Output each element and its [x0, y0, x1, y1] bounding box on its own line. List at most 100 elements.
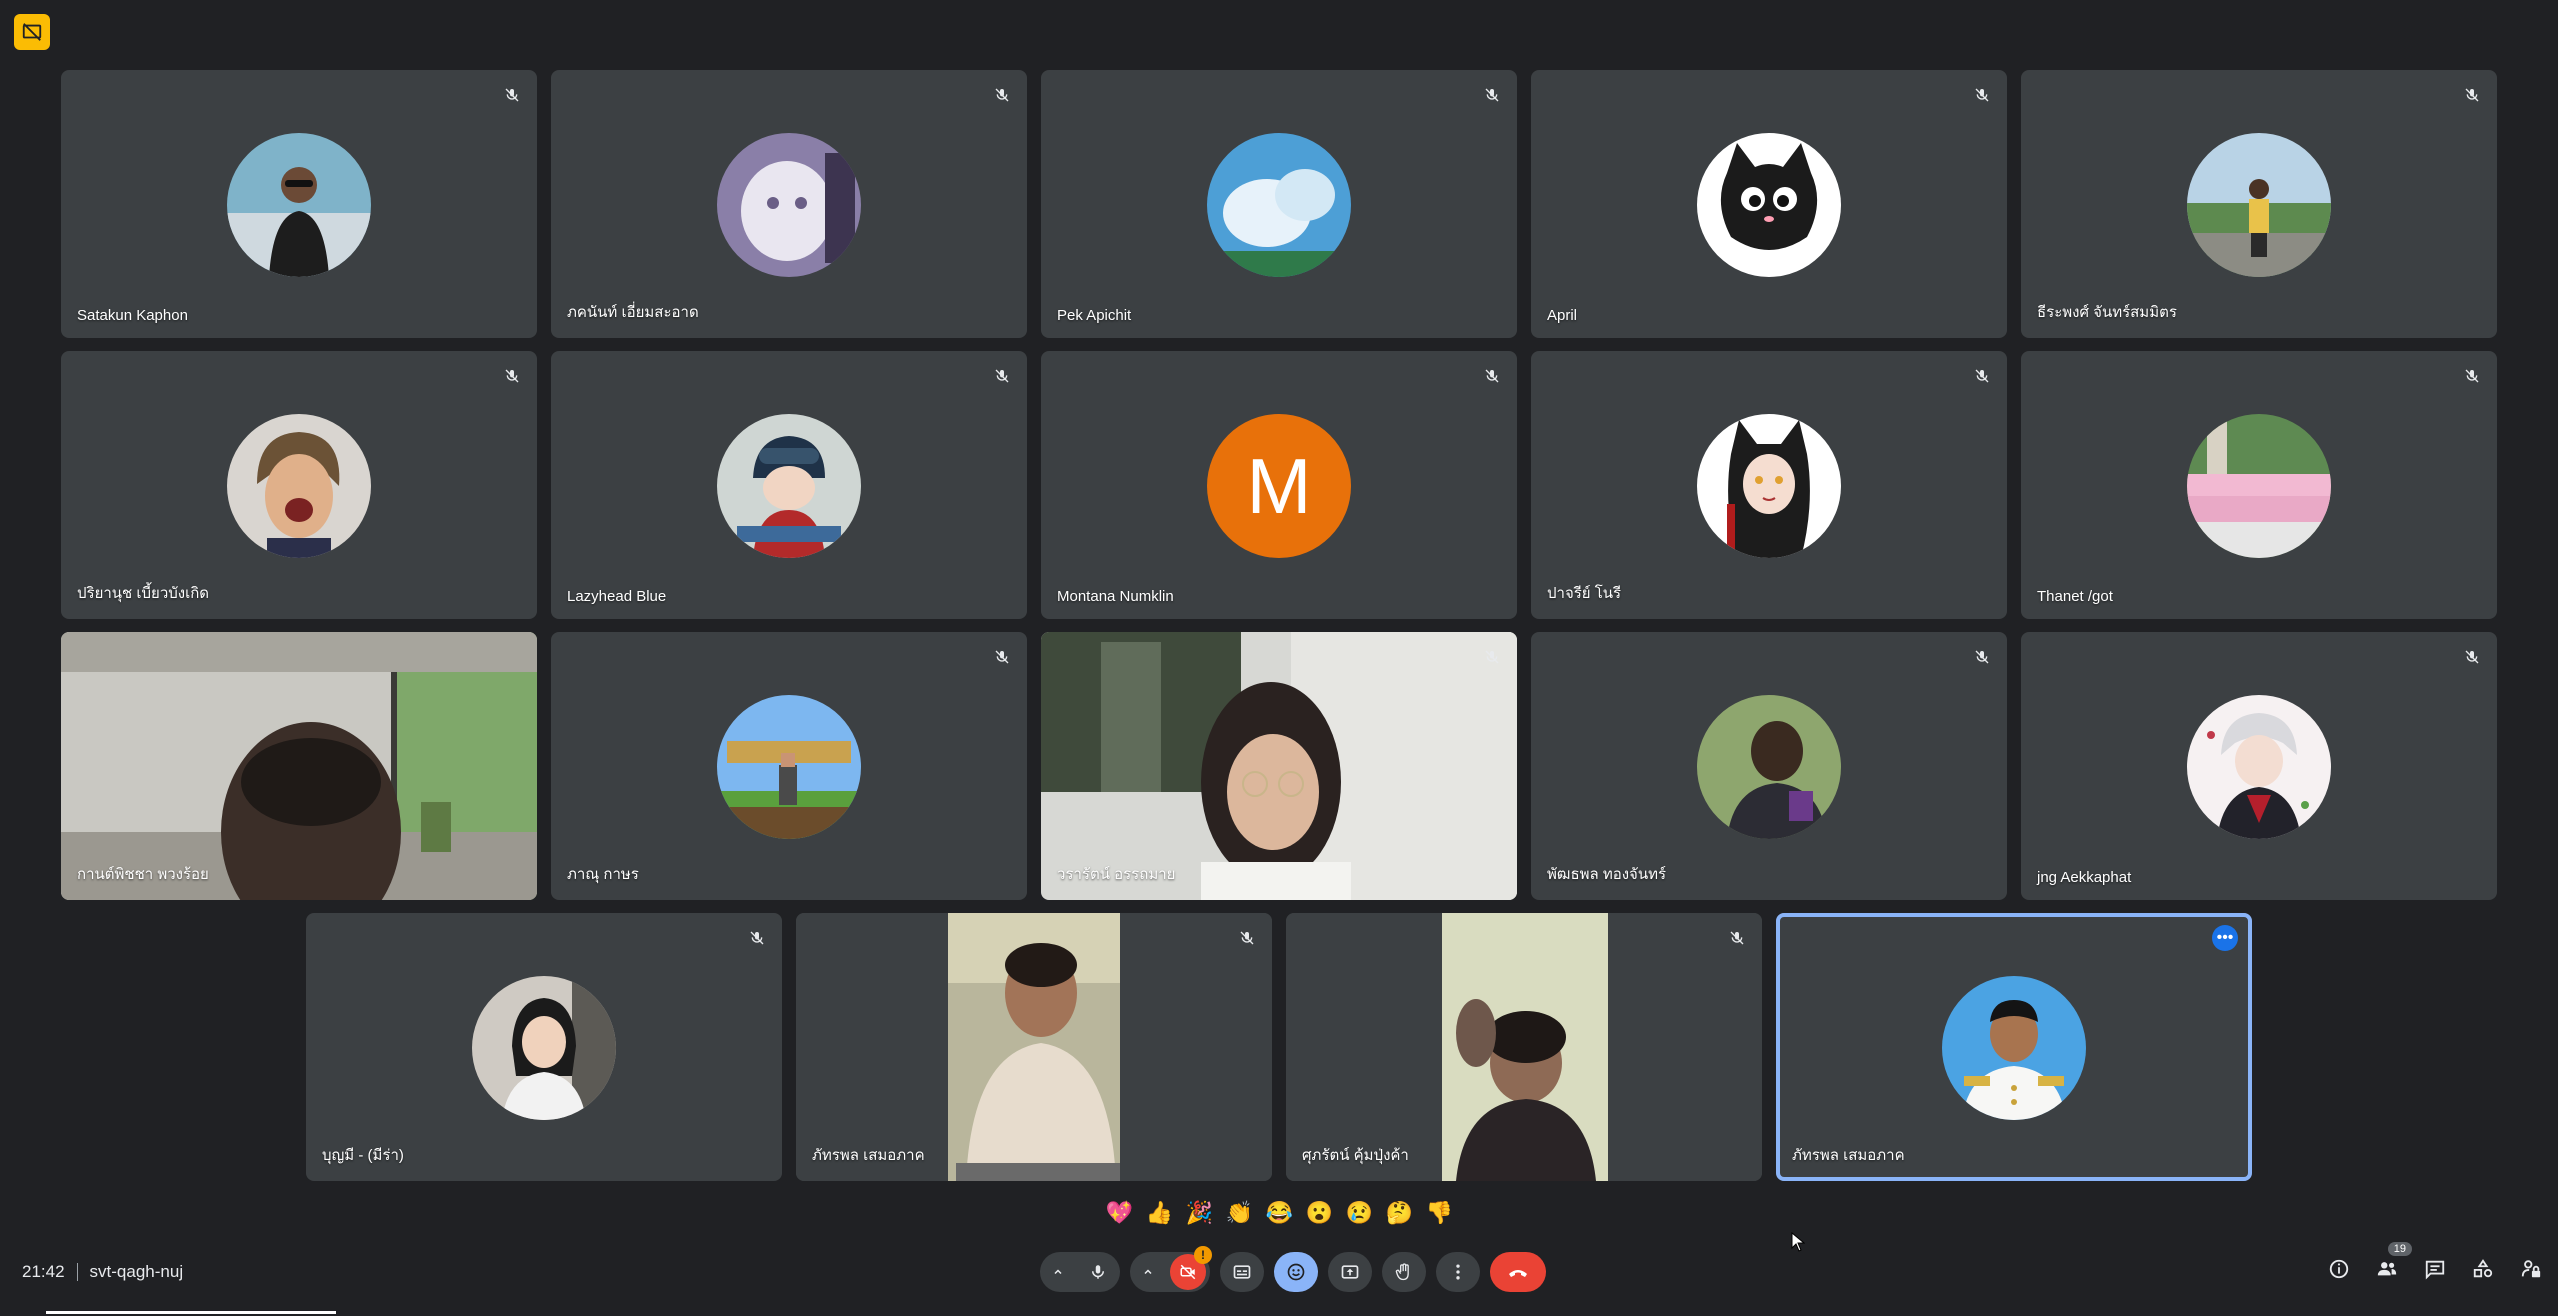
chevron-up-icon[interactable] — [1134, 1266, 1162, 1278]
mic-off-icon — [991, 365, 1013, 387]
reaction-heart[interactable]: 💖 — [1104, 1200, 1135, 1226]
camera-control[interactable]: ! — [1130, 1246, 1212, 1292]
participant-name: พัฒธพล ทองจันทร์ — [1547, 866, 1667, 883]
avatar — [1697, 133, 1841, 277]
reaction-surprised[interactable]: 😮 — [1304, 1200, 1335, 1226]
avatar — [227, 414, 371, 558]
participant-tile[interactable]: ศุภรัตน์ คุ้มปุ่งค้า — [1286, 913, 1762, 1181]
host-controls-button[interactable] — [2518, 1256, 2544, 1282]
more-options-button[interactable] — [1436, 1252, 1480, 1292]
participant-tile[interactable]: วรารัตน์ อรรถมาย — [1041, 632, 1517, 900]
participant-name: วรารัตน์ อรรถมาย — [1057, 866, 1176, 883]
call-end-icon — [1509, 1270, 1527, 1277]
reaction-thumbs-up[interactable]: 👍 — [1144, 1200, 1175, 1226]
mic-off-icon — [1971, 365, 1993, 387]
avatar: M — [1207, 414, 1351, 558]
mouse-pointer-icon — [1791, 1231, 1806, 1257]
raise-hand-button[interactable] — [1382, 1252, 1426, 1292]
participant-tile[interactable]: Pek Apichit — [1041, 70, 1517, 338]
participant-tile[interactable]: ปาจรีย์ โนรี — [1531, 351, 2007, 619]
participant-tile[interactable]: ปริยานุช เบี้ยวบังเกิด — [61, 351, 537, 619]
participant-tile[interactable]: บุญมี - (มีร่า) — [306, 913, 782, 1181]
lock-person-icon — [2521, 1260, 2541, 1278]
reaction-thinking[interactable]: 🤔 — [1384, 1200, 1415, 1226]
activities-button[interactable] — [2470, 1256, 2496, 1282]
participant-name: ศุภรัตน์ คุ้มปุ่งค้า — [1302, 1147, 1409, 1164]
captions-icon — [1233, 1265, 1251, 1279]
avatar — [1697, 414, 1841, 558]
avatar — [717, 133, 861, 277]
participant-name: ธีระพงศ์ จันทร์สมมิตร — [2037, 304, 2177, 321]
people-button[interactable]: 19 — [2374, 1242, 2412, 1282]
mic-off-icon — [1726, 927, 1748, 949]
more-options-icon[interactable]: ••• — [2212, 925, 2238, 951]
participant-tile[interactable]: Lazyhead Blue — [551, 351, 1027, 619]
participant-tile[interactable]: jng Aekkaphat — [2021, 632, 2497, 900]
meeting-code: svt-qagh-nuj — [89, 1262, 184, 1281]
divider — [76, 1263, 78, 1281]
participant-name: ภัทรพล เสมอภาค — [812, 1147, 925, 1164]
participant-grid: Satakun Kaphon ภคนันท์ เอี่ยมสะอาด Pek A… — [0, 0, 2558, 1200]
camera-video — [1286, 913, 1762, 1181]
info-icon — [2329, 1259, 2349, 1279]
mic-off-icon — [501, 84, 523, 106]
mic-off-icon — [991, 84, 1013, 106]
avatar — [1207, 133, 1351, 277]
leave-call-button[interactable] — [1490, 1252, 1546, 1292]
participant-tile[interactable]: Satakun Kaphon — [61, 70, 537, 338]
present-button[interactable] — [1328, 1252, 1372, 1292]
participant-name: ภาณุ กาษร — [567, 866, 639, 883]
mic-off-icon — [1481, 646, 1503, 668]
hand-icon — [1395, 1263, 1409, 1281]
participant-tile[interactable]: April — [1531, 70, 2007, 338]
mic-off-icon — [991, 646, 1013, 668]
reactions-button[interactable] — [1274, 1252, 1318, 1292]
reaction-laugh[interactable]: 😂 — [1264, 1200, 1295, 1226]
meeting-time: 21:42 — [22, 1262, 65, 1281]
participant-tile[interactable]: กานต์พิชชา พวงร้อย — [61, 632, 537, 900]
self-tile[interactable]: ••• ภัทรพล เสมอภาค — [1776, 913, 2252, 1181]
captions-button[interactable] — [1220, 1252, 1264, 1292]
present-screen-icon — [1341, 1265, 1359, 1279]
participant-name: Thanet /got — [2037, 588, 2113, 605]
chevron-up-icon[interactable] — [1044, 1266, 1072, 1278]
participant-tile[interactable]: พัฒธพล ทองจันทร์ — [1531, 632, 2007, 900]
microphone-icon[interactable] — [1080, 1254, 1116, 1290]
avatar — [227, 133, 371, 277]
participant-tile[interactable]: Thanet /got — [2021, 351, 2497, 619]
reaction-clap[interactable]: 👏 — [1224, 1200, 1255, 1226]
chat-button[interactable] — [2422, 1256, 2448, 1282]
participant-name: ภคนันท์ เอี่ยมสะอาด — [567, 304, 699, 321]
reaction-sad[interactable]: 😢 — [1344, 1200, 1375, 1226]
avatar — [472, 976, 616, 1120]
reaction-party[interactable]: 🎉 — [1184, 1200, 1215, 1226]
mic-off-icon — [2461, 365, 2483, 387]
participant-tile[interactable]: ธีระพงศ์ จันทร์สมมิตร — [2021, 70, 2497, 338]
participant-name: Montana Numklin — [1057, 588, 1174, 605]
participant-tile[interactable]: ภัทรพล เสมอภาค — [796, 913, 1272, 1181]
participant-name: บุญมี - (มีร่า) — [322, 1147, 404, 1164]
call-controls: ! — [1040, 1246, 1546, 1292]
reaction-thumbs-down[interactable]: 👎 — [1424, 1200, 1455, 1226]
mic-off-icon — [1236, 927, 1258, 949]
participant-tile[interactable]: M Montana Numklin — [1041, 351, 1517, 619]
meeting-details-button[interactable] — [2326, 1256, 2352, 1282]
page-progress-bar — [46, 1311, 336, 1314]
mic-off-icon — [501, 365, 523, 387]
participant-name: ภัทรพล เสมอภาค — [1792, 1147, 1905, 1164]
camera-video — [796, 913, 1272, 1181]
participant-tile[interactable]: ภาณุ กาษร — [551, 632, 1027, 900]
chat-icon — [2425, 1260, 2445, 1280]
avatar — [2187, 695, 2331, 839]
mic-off-icon — [1481, 84, 1503, 106]
participant-name: jng Aekkaphat — [2037, 869, 2132, 886]
participant-name: Lazyhead Blue — [567, 588, 667, 605]
camera-warning-badge: ! — [1194, 1246, 1212, 1264]
participant-name: Satakun Kaphon — [77, 307, 188, 324]
people-count-badge: 19 — [2387, 1242, 2412, 1256]
camera-video — [1041, 632, 1517, 900]
participant-tile[interactable]: ภคนันท์ เอี่ยมสะอาด — [551, 70, 1027, 338]
microphone-control[interactable] — [1040, 1252, 1120, 1292]
avatar — [717, 695, 861, 839]
avatar — [1697, 695, 1841, 839]
